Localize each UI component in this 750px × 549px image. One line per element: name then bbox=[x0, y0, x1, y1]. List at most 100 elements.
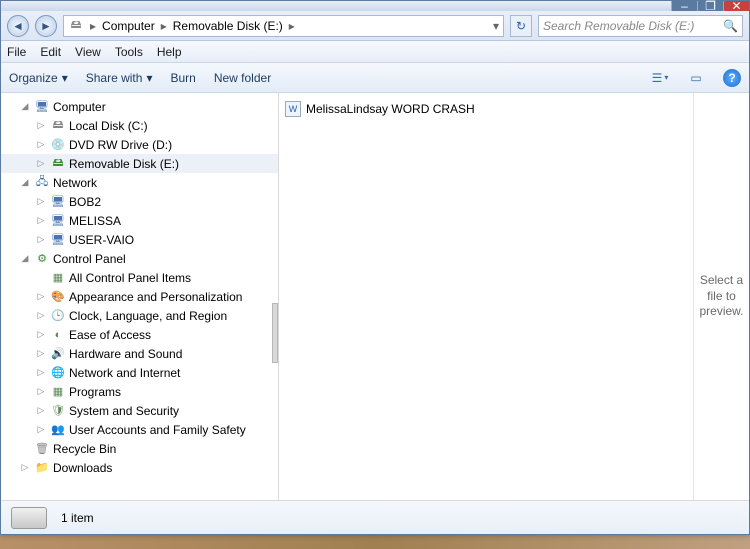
tree-node[interactable]: ▷💿DVD RW Drive (D:) bbox=[1, 135, 278, 154]
navigation-tree[interactable]: ◢🖥Computer▷🖴Local Disk (C:)▷💿DVD RW Driv… bbox=[1, 93, 279, 500]
node-icon: 🖧 bbox=[34, 175, 50, 191]
node-icon: 🌐 bbox=[50, 365, 66, 381]
expand-icon[interactable]: ▷ bbox=[35, 329, 47, 340]
preview-pane-button[interactable]: ▭ bbox=[687, 69, 705, 87]
node-icon: ⚙ bbox=[34, 251, 50, 267]
menu-view[interactable]: View bbox=[75, 45, 101, 59]
tree-node[interactable]: ◢🖧Network bbox=[1, 173, 278, 192]
expand-icon[interactable]: ◢ bbox=[19, 101, 31, 112]
preview-pane: Select a file to preview. bbox=[693, 93, 749, 500]
tree-node[interactable]: ▷🖥USER-VAIO bbox=[1, 230, 278, 249]
tree-node[interactable]: 🗑Recycle Bin bbox=[1, 439, 278, 458]
tree-node[interactable]: ◢🖥Computer bbox=[1, 97, 278, 116]
tree-node[interactable]: ▷🖴Removable Disk (E:) bbox=[1, 154, 278, 173]
node-label: Downloads bbox=[53, 461, 112, 475]
preview-text: Select a file to preview. bbox=[698, 273, 745, 320]
item-count: 1 item bbox=[61, 511, 94, 525]
chevron-right-icon: ▸ bbox=[90, 19, 96, 33]
maximize-button[interactable]: ❐ bbox=[697, 1, 723, 11]
expand-icon[interactable]: ▷ bbox=[35, 310, 47, 321]
search-icon: 🔍 bbox=[723, 19, 738, 33]
expand-icon[interactable]: ▷ bbox=[19, 462, 31, 473]
expand-icon[interactable]: ▷ bbox=[35, 215, 47, 226]
menu-help[interactable]: Help bbox=[157, 45, 182, 59]
node-label: All Control Panel Items bbox=[69, 271, 191, 285]
expand-icon[interactable]: ▷ bbox=[35, 234, 47, 245]
tree-node[interactable]: ▷🎨Appearance and Personalization bbox=[1, 287, 278, 306]
tree-node[interactable]: ▷▦Programs bbox=[1, 382, 278, 401]
node-icon: 🖥 bbox=[50, 213, 66, 229]
expand-icon[interactable]: ▷ bbox=[35, 424, 47, 435]
file-icon: W bbox=[285, 101, 301, 117]
chevron-down-icon: ▾ bbox=[62, 71, 68, 85]
node-icon: ◐ bbox=[50, 327, 66, 343]
tree-node[interactable]: ▷🕒Clock, Language, and Region bbox=[1, 306, 278, 325]
node-label: Network bbox=[53, 176, 97, 190]
node-icon: 🖥 bbox=[50, 194, 66, 210]
forward-button[interactable]: ► bbox=[35, 15, 57, 37]
new-folder-button[interactable]: New folder bbox=[214, 71, 271, 85]
menu-file[interactable]: File bbox=[7, 45, 26, 59]
tree-node[interactable]: ▷🖥MELISSA bbox=[1, 211, 278, 230]
drive-icon: 🖴 bbox=[68, 18, 84, 34]
expand-icon[interactable]: ▷ bbox=[35, 196, 47, 207]
back-button[interactable]: ◄ bbox=[7, 15, 29, 37]
expand-icon[interactable]: ◢ bbox=[19, 177, 31, 188]
node-icon: 🖥 bbox=[34, 99, 50, 115]
tree-node[interactable]: ▷👥User Accounts and Family Safety bbox=[1, 420, 278, 439]
search-input[interactable]: Search Removable Disk (E:) 🔍 bbox=[538, 15, 743, 37]
expand-icon[interactable]: ▷ bbox=[35, 386, 47, 397]
node-label: Recycle Bin bbox=[53, 442, 116, 456]
tree-node[interactable]: ▷📁Downloads bbox=[1, 458, 278, 477]
tree-node[interactable]: ▷🖥BOB2 bbox=[1, 192, 278, 211]
close-button[interactable]: ✕ bbox=[723, 1, 749, 11]
node-icon: ▦ bbox=[50, 384, 66, 400]
expand-icon[interactable]: ▷ bbox=[35, 139, 47, 150]
minimize-button[interactable]: – bbox=[671, 1, 697, 11]
node-label: BOB2 bbox=[69, 195, 101, 209]
node-icon: 🔊 bbox=[50, 346, 66, 362]
node-label: Local Disk (C:) bbox=[69, 119, 148, 133]
node-label: Clock, Language, and Region bbox=[69, 309, 227, 323]
breadcrumb-root[interactable]: Computer bbox=[102, 19, 155, 33]
tree-node[interactable]: ▷🌐Network and Internet bbox=[1, 363, 278, 382]
tree-node[interactable]: ▷🔊Hardware and Sound bbox=[1, 344, 278, 363]
expand-icon[interactable]: ▷ bbox=[35, 291, 47, 302]
splitter-handle[interactable] bbox=[272, 303, 278, 363]
node-icon: 🖴 bbox=[50, 156, 66, 172]
tree-node[interactable]: ▦All Control Panel Items bbox=[1, 268, 278, 287]
tree-node[interactable]: ▷◐Ease of Access bbox=[1, 325, 278, 344]
tree-node[interactable]: ▷🛡System and Security bbox=[1, 401, 278, 420]
expand-icon[interactable]: ▷ bbox=[35, 367, 47, 378]
status-bar: 1 item bbox=[1, 500, 749, 534]
file-name: MelissaLindsay WORD CRASH bbox=[306, 102, 475, 116]
expand-icon[interactable]: ▷ bbox=[35, 120, 47, 131]
expand-icon[interactable]: ▷ bbox=[35, 348, 47, 359]
menu-edit[interactable]: Edit bbox=[40, 45, 61, 59]
breadcrumb[interactable]: 🖴 ▸ Computer ▸ Removable Disk (E:) ▸ ▾ bbox=[63, 15, 504, 37]
node-label: User Accounts and Family Safety bbox=[69, 423, 246, 437]
expand-icon[interactable]: ▷ bbox=[35, 158, 47, 169]
share-with-button[interactable]: Share with▾ bbox=[86, 71, 153, 85]
tree-node[interactable]: ▷🖴Local Disk (C:) bbox=[1, 116, 278, 135]
expand-icon[interactable]: ◢ bbox=[19, 253, 31, 264]
organize-button[interactable]: Organize▾ bbox=[9, 71, 68, 85]
help-button[interactable]: ? bbox=[723, 69, 741, 87]
node-icon: 🎨 bbox=[50, 289, 66, 305]
file-list[interactable]: W MelissaLindsay WORD CRASH bbox=[279, 93, 693, 500]
chevron-down-icon: ▾ bbox=[146, 71, 152, 85]
breadcrumb-location[interactable]: Removable Disk (E:) bbox=[173, 19, 283, 33]
explorer-window: – ❐ ✕ ◄ ► 🖴 ▸ Computer ▸ Removable Disk … bbox=[0, 0, 750, 535]
view-options-button[interactable]: ☰▾ bbox=[651, 69, 669, 87]
file-item[interactable]: W MelissaLindsay WORD CRASH bbox=[285, 99, 687, 119]
node-label: DVD RW Drive (D:) bbox=[69, 138, 172, 152]
refresh-button[interactable]: ↻ bbox=[510, 15, 532, 37]
expand-icon[interactable]: ▷ bbox=[35, 405, 47, 416]
node-icon: 🛡 bbox=[50, 403, 66, 419]
burn-button[interactable]: Burn bbox=[170, 71, 195, 85]
chevron-down-icon[interactable]: ▾ bbox=[493, 19, 499, 33]
node-label: Computer bbox=[53, 100, 106, 114]
node-label: Hardware and Sound bbox=[69, 347, 182, 361]
menu-tools[interactable]: Tools bbox=[115, 45, 143, 59]
tree-node[interactable]: ◢⚙Control Panel bbox=[1, 249, 278, 268]
